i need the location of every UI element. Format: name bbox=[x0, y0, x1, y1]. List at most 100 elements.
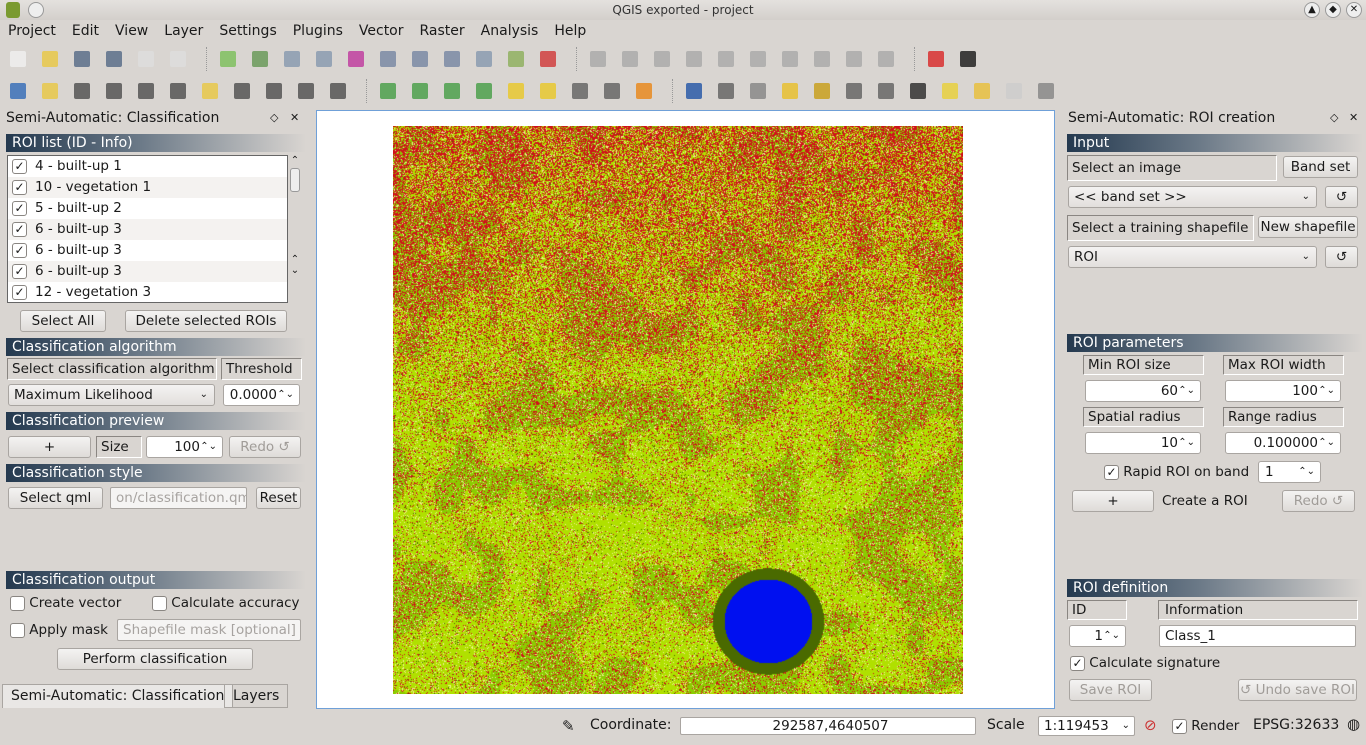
zoom-last-icon[interactable] bbox=[262, 79, 286, 103]
menu-help[interactable]: Help bbox=[554, 20, 594, 42]
field-calculator-icon[interactable] bbox=[874, 79, 898, 103]
preview-add-button[interactable]: + bbox=[8, 436, 91, 458]
roi-list[interactable]: ✓ 4 - built-up 1 ✓ 10 - vegetation 1 ✓ 5 - bu… bbox=[7, 155, 288, 303]
brightness-up-icon[interactable] bbox=[504, 79, 528, 103]
zoom-in-icon[interactable] bbox=[70, 79, 94, 103]
menu-view[interactable]: View bbox=[115, 20, 156, 42]
add-postgis-layer-icon[interactable] bbox=[280, 47, 304, 71]
tab-layers[interactable]: Layers bbox=[224, 684, 289, 708]
select-all-button[interactable]: Select All bbox=[20, 310, 106, 332]
roi-id-spinbox[interactable]: 1 ⌃⌄ bbox=[1069, 625, 1126, 647]
perform-classification-button[interactable]: Perform classification bbox=[57, 648, 253, 670]
refresh-image-button[interactable]: ↺ bbox=[1325, 186, 1358, 208]
text-annotation-icon[interactable] bbox=[1034, 79, 1058, 103]
edit-pencil-icon[interactable] bbox=[618, 47, 642, 71]
roi-list-item[interactable]: ✓ 10 - vegetation 1 bbox=[8, 177, 287, 198]
save-edits-icon[interactable] bbox=[650, 47, 674, 71]
image-select[interactable]: << band set >> ⌄ bbox=[1068, 186, 1317, 208]
pan-icon[interactable] bbox=[6, 79, 30, 103]
identify-icon[interactable] bbox=[682, 79, 706, 103]
open-project-icon[interactable] bbox=[38, 47, 62, 71]
minimize-button[interactable]: ▲ bbox=[1304, 2, 1320, 18]
crs-status[interactable]: EPSG:32633 bbox=[1253, 717, 1339, 733]
cut-icon[interactable] bbox=[810, 47, 834, 71]
menu-vector[interactable]: Vector bbox=[359, 20, 412, 42]
tab-semi-automatic-classification[interactable]: Semi-Automatic: Classification bbox=[2, 684, 234, 708]
zoom-full-icon[interactable] bbox=[166, 79, 190, 103]
composer-manager-icon[interactable] bbox=[166, 47, 190, 71]
measure-icon[interactable] bbox=[906, 79, 930, 103]
preview-redo-button[interactable]: Redo ↺ bbox=[229, 436, 301, 458]
band-set-button[interactable]: Band set bbox=[1283, 156, 1358, 178]
undo-save-roi-button[interactable]: ↺ Undo save ROI bbox=[1238, 679, 1357, 701]
roi-list-item[interactable]: ✓ 6 - built-up 3 bbox=[8, 261, 287, 282]
scale-select[interactable]: 1:119453 ⌄ bbox=[1038, 716, 1135, 736]
rapid-roi-checkbox[interactable]: ✓ Rapid ROI on band bbox=[1104, 461, 1249, 483]
select-qml-button[interactable]: Select qml bbox=[8, 487, 103, 509]
zoom-native-icon[interactable] bbox=[326, 79, 350, 103]
contrast-up-icon[interactable] bbox=[568, 79, 592, 103]
menu-raster[interactable]: Raster bbox=[420, 20, 473, 42]
refresh-shapefile-button[interactable]: ↺ bbox=[1325, 246, 1358, 268]
create-vector-checkbox[interactable]: Create vector bbox=[10, 592, 121, 614]
zoom-layer-icon[interactable] bbox=[230, 79, 254, 103]
close-dock-icon[interactable]: ✕ bbox=[290, 111, 299, 124]
apply-mask-checkbox[interactable]: Apply mask bbox=[10, 619, 108, 641]
roi-list-item[interactable]: ✓ 12 - vegetation 3 bbox=[8, 282, 287, 302]
rotation-icon[interactable]: ⊘ bbox=[1144, 716, 1157, 734]
reset-style-button[interactable]: Reset bbox=[256, 487, 301, 509]
roi-list-item[interactable]: ✓ 6 - built-up 3 bbox=[8, 219, 287, 240]
close-dock-icon[interactable]: ✕ bbox=[1349, 111, 1358, 124]
maximize-button[interactable]: ◆ bbox=[1325, 2, 1341, 18]
histogram-stretch-icon[interactable] bbox=[376, 79, 400, 103]
move-feature-icon[interactable] bbox=[714, 47, 738, 71]
roi-redo-button[interactable]: Redo ↺ bbox=[1282, 490, 1355, 512]
float-dock-icon[interactable]: ◇ bbox=[270, 111, 278, 124]
new-shapefile-button[interactable]: New shapefile bbox=[1258, 216, 1358, 238]
select-features-icon[interactable] bbox=[746, 79, 770, 103]
zoom-out-icon[interactable] bbox=[102, 79, 126, 103]
copy-icon[interactable] bbox=[842, 47, 866, 71]
help-icon[interactable] bbox=[924, 47, 948, 71]
max-roi-width-spinbox[interactable]: 100 ⌃⌄ bbox=[1225, 380, 1341, 402]
shapefile-select[interactable]: ROI ⌄ bbox=[1068, 246, 1317, 268]
show-bookmarks-icon[interactable] bbox=[1002, 79, 1026, 103]
scp-plugin-icon[interactable] bbox=[632, 79, 656, 103]
add-raster-layer-icon[interactable] bbox=[248, 47, 272, 71]
roi-list-scrollbar[interactable]: ⌃ ⌃ ⌄ bbox=[288, 155, 302, 303]
new-bookmark-icon[interactable] bbox=[970, 79, 994, 103]
contrast-down-icon[interactable] bbox=[600, 79, 624, 103]
add-delimited-text-icon[interactable] bbox=[472, 47, 496, 71]
add-wms-layer-icon[interactable] bbox=[376, 47, 400, 71]
whats-this-icon[interactable] bbox=[956, 47, 980, 71]
menu-layer[interactable]: Layer bbox=[164, 20, 211, 42]
run-action-icon[interactable] bbox=[714, 79, 738, 103]
algorithm-select[interactable]: Maximum Likelihood ⌄ bbox=[8, 384, 215, 406]
qml-path-field[interactable]: on/classification.qml bbox=[110, 487, 247, 509]
range-radius-spinbox[interactable]: 0.100000 ⌃⌄ bbox=[1225, 432, 1341, 454]
add-spatialite-layer-icon[interactable] bbox=[312, 47, 336, 71]
threshold-spinbox[interactable]: 0.0000 ⌃⌄ bbox=[223, 384, 300, 406]
roi-list-item[interactable]: ✓ 5 - built-up 2 bbox=[8, 198, 287, 219]
menu-settings[interactable]: Settings bbox=[219, 20, 284, 42]
expression-select-icon[interactable] bbox=[810, 79, 834, 103]
spatial-radius-spinbox[interactable]: 10 ⌃⌄ bbox=[1085, 432, 1201, 454]
rapid-roi-band-spinbox[interactable]: 1 ⌃⌄ bbox=[1258, 461, 1321, 483]
new-shapefile-icon[interactable] bbox=[504, 47, 528, 71]
roi-list-item[interactable]: ✓ 6 - built-up 3 bbox=[8, 240, 287, 261]
add-feature-icon[interactable] bbox=[682, 47, 706, 71]
new-project-icon[interactable] bbox=[6, 47, 30, 71]
zoom-actual-icon[interactable] bbox=[134, 79, 158, 103]
menu-edit[interactable]: Edit bbox=[72, 20, 107, 42]
map-canvas[interactable] bbox=[316, 110, 1055, 709]
save-as-icon[interactable] bbox=[102, 47, 126, 71]
min-roi-size-spinbox[interactable]: 60 ⌃⌄ bbox=[1085, 380, 1201, 402]
node-tool-icon[interactable] bbox=[746, 47, 770, 71]
delete-selected-icon[interactable] bbox=[778, 47, 802, 71]
new-print-composer-icon[interactable] bbox=[134, 47, 158, 71]
paste-icon[interactable] bbox=[874, 47, 898, 71]
remove-layer-icon[interactable] bbox=[536, 47, 560, 71]
menu-analysis[interactable]: Analysis bbox=[481, 20, 547, 42]
zoom-next-icon[interactable] bbox=[294, 79, 318, 103]
float-dock-icon[interactable]: ◇ bbox=[1330, 111, 1338, 124]
